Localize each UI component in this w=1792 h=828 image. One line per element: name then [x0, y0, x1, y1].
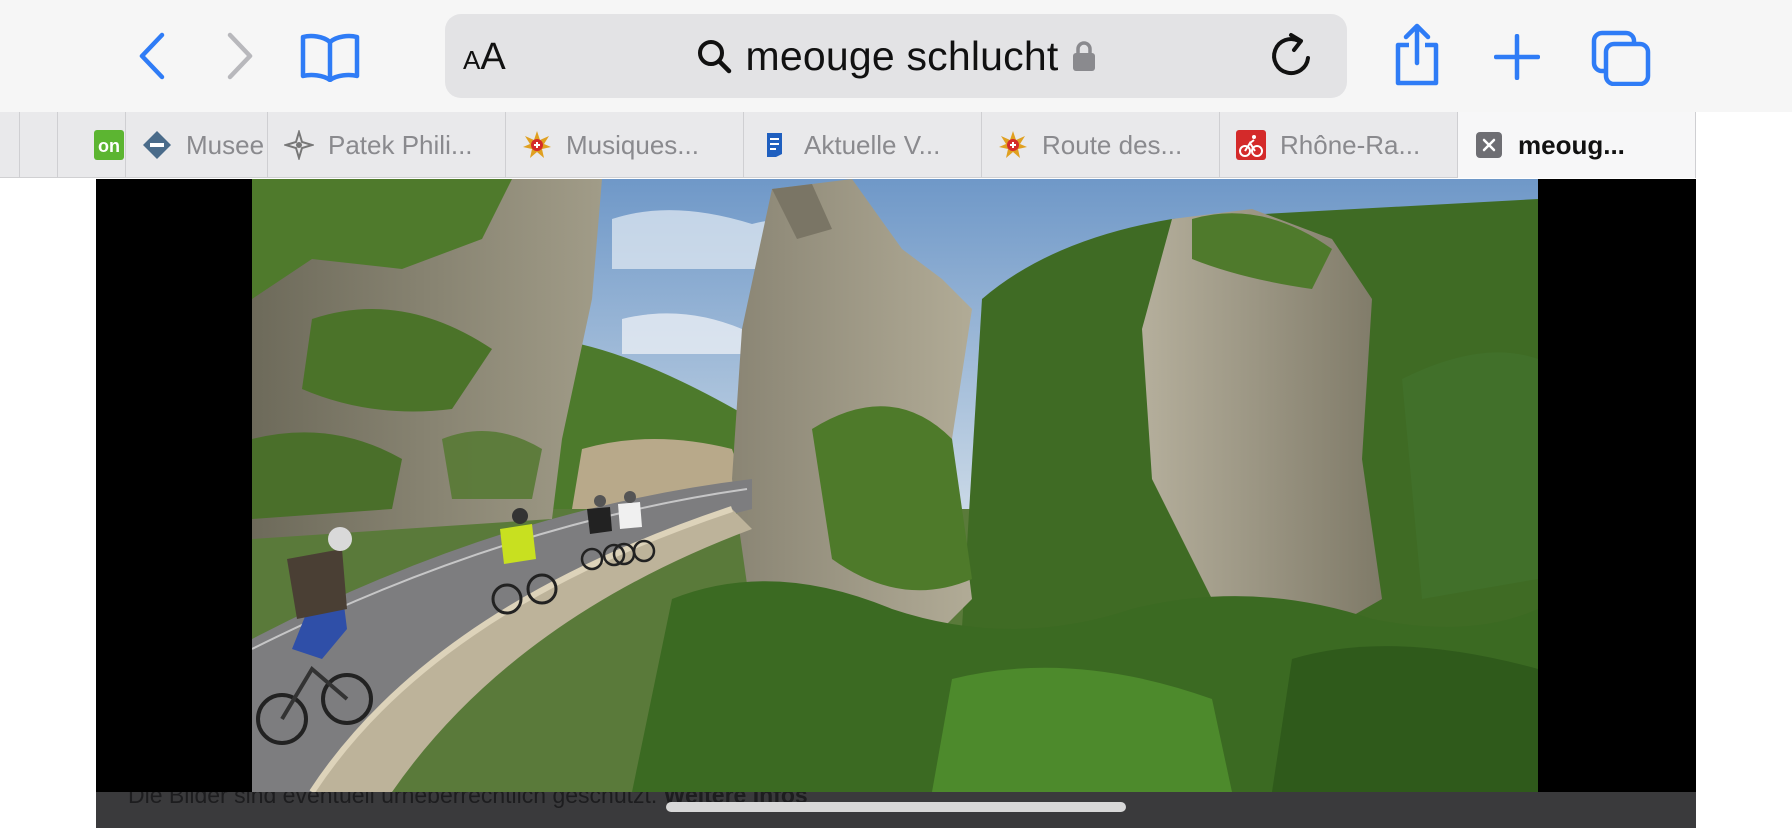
document-icon	[760, 130, 790, 160]
tab-label: Musee	[186, 129, 265, 160]
tab-label: meoug...	[1518, 129, 1625, 160]
tab-green-on[interactable]: on	[58, 112, 126, 178]
browser-toolbar: AA meouge schlucht	[0, 0, 1792, 112]
gorge-cyclists-image	[252, 179, 1538, 792]
svg-text:on: on	[98, 136, 120, 156]
url-text[interactable]: meouge schlucht	[746, 33, 1059, 80]
tab-label: Route des...	[1042, 129, 1183, 160]
swiss-star-icon	[522, 130, 552, 160]
tab-meouge-active[interactable]: meoug...	[1458, 112, 1696, 178]
tab-strip: on Musee Patek Phili... Musiques... Aktu…	[0, 112, 1792, 178]
close-icon[interactable]	[1474, 130, 1504, 160]
tab-label: Patek Phili...	[328, 129, 473, 160]
cyclist-icon	[1236, 130, 1266, 160]
tab-label: Aktuelle V...	[804, 129, 941, 160]
reload-button[interactable]	[1269, 32, 1313, 85]
tabs-overview-icon	[1591, 30, 1651, 86]
address-center: meouge schlucht	[445, 14, 1347, 98]
tab-aktuelle[interactable]: Aktuelle V...	[744, 112, 982, 178]
tab-musee[interactable]: Musee	[126, 112, 268, 178]
tab-rhone-rad[interactable]: Rhône-Ra...	[1220, 112, 1458, 178]
chevron-left-icon	[139, 32, 165, 80]
tab-edge	[0, 112, 20, 178]
tab-strip-filler	[1696, 112, 1792, 178]
tab-label: Rhône-Ra...	[1280, 129, 1421, 160]
caption-text: Die Bilder sind eventuell urheberrechtli…	[128, 792, 664, 808]
address-bar[interactable]: AA meouge schlucht	[445, 14, 1347, 98]
maltese-cross-icon	[284, 130, 314, 160]
forward-button[interactable]	[218, 28, 262, 84]
share-icon	[1395, 23, 1439, 86]
bookmarks-button[interactable]	[298, 30, 362, 84]
swiss-star-icon	[998, 130, 1028, 160]
share-button[interactable]	[1390, 22, 1444, 88]
tab-collapsed[interactable]	[20, 112, 58, 178]
gorge-photo[interactable]	[252, 179, 1538, 792]
open-book-icon	[300, 33, 360, 82]
new-tab-button[interactable]	[1492, 32, 1542, 82]
tab-overview-button[interactable]	[1590, 28, 1652, 88]
green-on-icon: on	[94, 130, 124, 160]
tab-label: Musiques...	[566, 129, 699, 160]
search-icon	[697, 40, 731, 74]
tab-musiques[interactable]: Musiques...	[506, 112, 744, 178]
image-viewer	[96, 179, 1696, 792]
chevron-right-icon	[227, 32, 253, 80]
reload-icon	[1272, 33, 1310, 75]
back-button[interactable]	[130, 28, 174, 84]
home-indicator[interactable]	[666, 802, 1126, 812]
plus-icon	[1494, 34, 1540, 80]
tab-patek-philippe[interactable]: Patek Phili...	[268, 112, 506, 178]
lock-icon	[1073, 41, 1096, 71]
diamond-logo-icon	[142, 130, 172, 160]
tab-route-des[interactable]: Route des...	[982, 112, 1220, 178]
